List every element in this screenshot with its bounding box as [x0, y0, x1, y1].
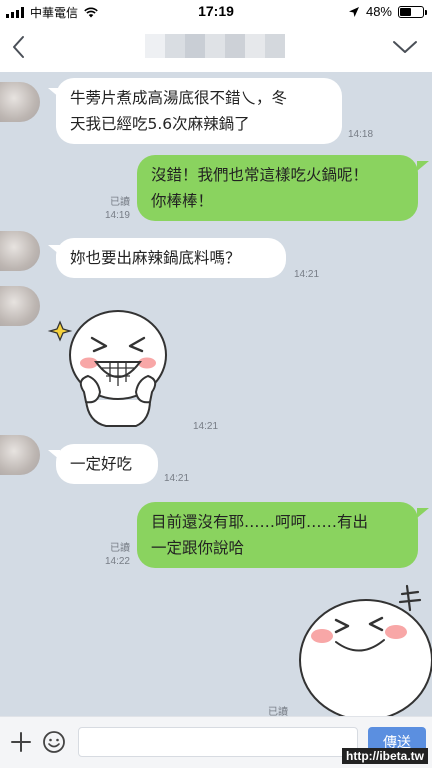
message-line: 目前還沒有耶……呵呵……有出	[151, 513, 369, 531]
battery-percent: 48%	[365, 4, 392, 19]
message-time: 14:21	[193, 421, 219, 432]
message-line: 一定好吃	[70, 455, 133, 473]
read-receipt: 已讀	[110, 543, 130, 554]
read-receipt: 已讀	[268, 707, 288, 716]
back-icon[interactable]	[8, 34, 30, 60]
watermark: http://ibeta.tw	[342, 748, 428, 764]
message-line: 一定跟你說哈	[151, 539, 245, 557]
read-receipt: 已讀	[110, 197, 130, 208]
message-time: 14:21	[164, 473, 190, 484]
location-arrow-icon	[348, 6, 359, 17]
message-meta: 已讀 14:22	[96, 542, 130, 568]
chat-area[interactable]: 牛蒡片煮成高湯底很不錯乀，冬 天我已經吃5.6次麻辣鍋了 14:18 沒錯！我們…	[0, 72, 432, 716]
battery-icon	[398, 5, 427, 18]
plus-icon[interactable]	[10, 731, 32, 753]
message-line: 沒錯！我們也常這樣吃火鍋呢！	[151, 166, 369, 184]
message-time: 14:22	[104, 556, 130, 567]
message-time: 14:21	[294, 269, 320, 280]
message-line: 天我已經吃5.6次麻辣鍋了	[70, 115, 250, 133]
incoming-message-bubble[interactable]: 牛蒡片煮成高湯底很不錯乀，冬 天我已經吃5.6次麻辣鍋了	[56, 78, 342, 144]
message-input[interactable]	[78, 727, 358, 757]
message-meta: 已讀 14:19	[96, 196, 130, 222]
emoji-icon[interactable]	[42, 730, 66, 754]
laughing-face-sticker[interactable]	[292, 584, 432, 716]
message-line: 你棒棒！	[151, 192, 214, 210]
chat-title-pixelated[interactable]	[145, 34, 285, 58]
message-line: 牛蒡片煮成高湯底很不錯乀，冬	[70, 89, 288, 107]
incoming-message-bubble[interactable]: 一定好吃	[56, 444, 158, 484]
avatar[interactable]	[0, 82, 40, 122]
avatar[interactable]	[0, 231, 40, 271]
chat-header	[0, 22, 432, 72]
status-right: 48%	[348, 4, 427, 19]
battery-fill	[400, 7, 411, 16]
avatar[interactable]	[0, 286, 40, 326]
input-bar: 傳送 http://ibeta.tw	[0, 716, 432, 768]
incoming-message-bubble[interactable]: 妳也要出麻辣鍋底料嗎？	[56, 238, 286, 278]
outgoing-message-bubble[interactable]: 目前還沒有耶……呵呵……有出 一定跟你說哈	[137, 502, 418, 568]
outgoing-message-bubble[interactable]: 沒錯！我們也常這樣吃火鍋呢！ 你棒棒！	[137, 155, 418, 221]
chevron-down-icon[interactable]	[392, 39, 418, 55]
message-line: 妳也要出麻辣鍋底料嗎？	[70, 249, 241, 267]
message-time: 14:18	[348, 129, 374, 140]
avatar[interactable]	[0, 435, 40, 475]
message-time: 14:19	[104, 210, 130, 221]
bubble-tail	[417, 161, 429, 171]
bubble-tail	[417, 508, 429, 518]
status-bar: 中華電信 17:19 48%	[0, 0, 432, 22]
grinning-face-sticker[interactable]	[46, 300, 174, 430]
